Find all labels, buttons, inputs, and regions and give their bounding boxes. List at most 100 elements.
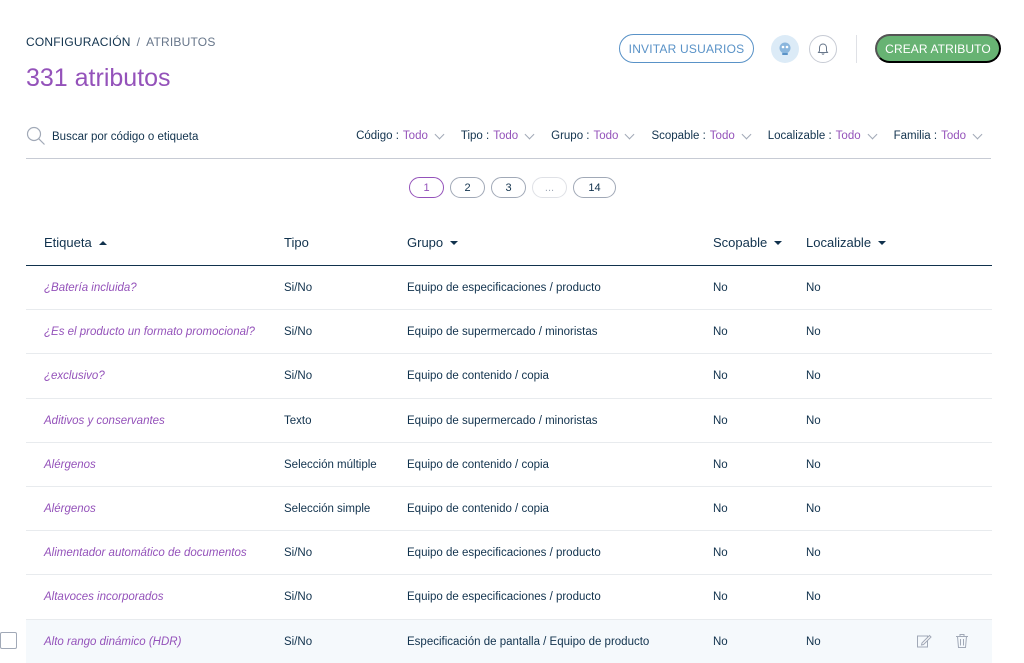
cell-scopable: No [713, 370, 728, 383]
edit-icon [917, 634, 932, 647]
cell-group: Equipo de contenido / copia [407, 502, 549, 515]
cell-localizable: No [806, 458, 821, 471]
cell-label[interactable]: Alérgenos [44, 503, 96, 515]
page-button-3[interactable]: 3 [491, 177, 526, 198]
filter-family-label: Familia : [893, 130, 938, 142]
cell-scopable: No [713, 458, 728, 471]
sort-desc-icon [450, 240, 459, 245]
column-header-label[interactable]: Etiqueta [44, 235, 107, 250]
table-row[interactable]: Aditivos y conservantes Texto Equipo de … [26, 399, 992, 443]
chevron-down-icon [524, 129, 535, 139]
cell-type: Si/No [284, 370, 313, 383]
page-button-last[interactable]: 14 [573, 177, 616, 198]
delete-button[interactable] [951, 630, 973, 652]
cell-localizable: No [806, 591, 821, 604]
cell-group: Equipo de contenido / copia [407, 458, 549, 471]
table-row[interactable]: ¿Es el producto un formato promocional? … [26, 310, 992, 355]
table-header: Etiqueta Tipo Grupo Scopable Localizable [26, 222, 992, 266]
cell-scopable: No [713, 414, 728, 427]
cell-type: Si/No [284, 326, 313, 339]
cell-type: Si/No [284, 591, 313, 604]
cell-group: Especificación de pantalla / Equipo de p… [407, 635, 650, 648]
cell-label[interactable]: Alimentador automático de documentos [44, 547, 247, 559]
table-row[interactable]: ¿exclusivo? Si/No Equipo de contenido / … [26, 354, 992, 399]
filter-scopable[interactable]: Scopable : Todo [651, 129, 752, 142]
cell-label[interactable]: Alérgenos [44, 459, 96, 471]
cell-scopable: No [713, 591, 728, 604]
cell-localizable: No [806, 635, 821, 648]
chevron-down-icon [624, 129, 635, 139]
table-row[interactable]: ¿Batería incluida? Si/No Equipo de espec… [26, 266, 992, 311]
row-checkbox[interactable] [0, 632, 17, 649]
column-header-localizable[interactable]: Localizable [806, 235, 887, 250]
filter-group-label: Grupo : [551, 130, 590, 142]
filter-type[interactable]: Tipo : Todo [461, 129, 535, 142]
cell-group: Equipo de supermercado / minoristas [407, 414, 598, 427]
search-icon [26, 126, 45, 145]
bell-icon [817, 43, 829, 55]
filter-localizable[interactable]: Localizable : Todo [767, 129, 878, 142]
edit-button[interactable] [913, 630, 935, 652]
notifications-button[interactable] [809, 35, 837, 63]
filter-group[interactable]: Grupo : Todo [551, 129, 635, 142]
chevron-down-icon [741, 129, 752, 139]
cell-localizable: No [806, 502, 821, 515]
cell-label[interactable]: Altavoces incorporados [44, 591, 164, 603]
breadcrumb-settings-link[interactable]: CONFIGURACIÓN [26, 35, 131, 49]
cell-localizable: No [806, 414, 821, 427]
cell-type: Selección simple [284, 502, 371, 515]
filter-code[interactable]: Código : Todo [356, 129, 445, 142]
cell-scopable: No [713, 635, 728, 648]
cell-label[interactable]: Alto rango dinámico (HDR) [44, 636, 181, 648]
cell-scopable: No [713, 547, 728, 560]
sort-desc-icon [878, 240, 887, 245]
column-header-scopable[interactable]: Scopable [713, 235, 783, 250]
cell-localizable: No [806, 282, 821, 294]
help-icon [779, 42, 791, 55]
search-input[interactable] [52, 127, 302, 147]
filter-family[interactable]: Familia : Todo [893, 129, 983, 142]
cell-type: Si/No [284, 635, 313, 648]
cell-label[interactable]: ¿Es el producto un formato promocional? [44, 326, 255, 338]
sort-asc-icon [98, 240, 107, 245]
chevron-down-icon [972, 129, 983, 139]
chevron-down-icon [434, 129, 445, 139]
cell-group: Equipo de especificaciones / producto [407, 591, 601, 604]
table-row[interactable]: Alimentador automático de documentos Si/… [26, 531, 992, 576]
filter-code-value: Todo [402, 130, 428, 142]
page-ellipsis: ... [532, 177, 567, 198]
cell-label[interactable]: ¿Batería incluida? [44, 282, 137, 294]
filter-scopable-label: Scopable : [651, 130, 706, 142]
invite-users-button[interactable]: INVITAR USUARIOS [619, 34, 754, 63]
cell-label[interactable]: ¿exclusivo? [44, 370, 105, 382]
header-divider [856, 35, 857, 63]
filter-list: Código : Todo Tipo : Todo Grupo : Todo Scop… [356, 129, 983, 142]
cell-label[interactable]: Aditivos y conservantes [44, 415, 165, 427]
cell-group: Equipo de contenido / copia [407, 370, 549, 383]
page-button-1[interactable]: 1 [409, 177, 444, 198]
filter-localizable-value: Todo [835, 130, 861, 142]
cell-group: Equipo de supermercado / minoristas [407, 326, 598, 339]
cell-type: Selección múltiple [284, 458, 377, 471]
table-row[interactable]: Alérgenos Selección simple Equipo de con… [26, 487, 992, 532]
table-row[interactable]: Alérgenos Selección múltiple Equipo de c… [26, 443, 992, 487]
help-button[interactable] [771, 35, 799, 63]
attributes-table: Etiqueta Tipo Grupo Scopable Localizable… [26, 222, 992, 663]
cell-type: Si/No [284, 547, 313, 560]
table-row[interactable]: Altavoces incorporados Si/No Equipo de e… [26, 575, 992, 620]
filter-localizable-label: Localizable : [767, 130, 832, 142]
cell-localizable: No [806, 370, 821, 383]
pagination: 1 2 3 ... 14 [409, 177, 616, 198]
cell-group: Equipo de especificaciones / producto [407, 547, 601, 560]
create-attribute-button[interactable]: CREAR ATRIBUTO [875, 34, 1001, 63]
table-row[interactable]: Alto rango dinámico (HDR) Si/No Especifi… [26, 619, 992, 663]
cell-type: Si/No [284, 282, 313, 294]
filter-family-value: Todo [941, 130, 966, 142]
breadcrumb-current: ATRIBUTOS [146, 35, 216, 49]
page-button-2[interactable]: 2 [450, 177, 485, 198]
page-title: 331 atributos [26, 64, 171, 92]
column-header-group[interactable]: Grupo [407, 235, 459, 250]
cell-scopable: No [713, 326, 728, 339]
cell-localizable: No [806, 326, 821, 339]
filter-type-value: Todo [493, 130, 519, 142]
